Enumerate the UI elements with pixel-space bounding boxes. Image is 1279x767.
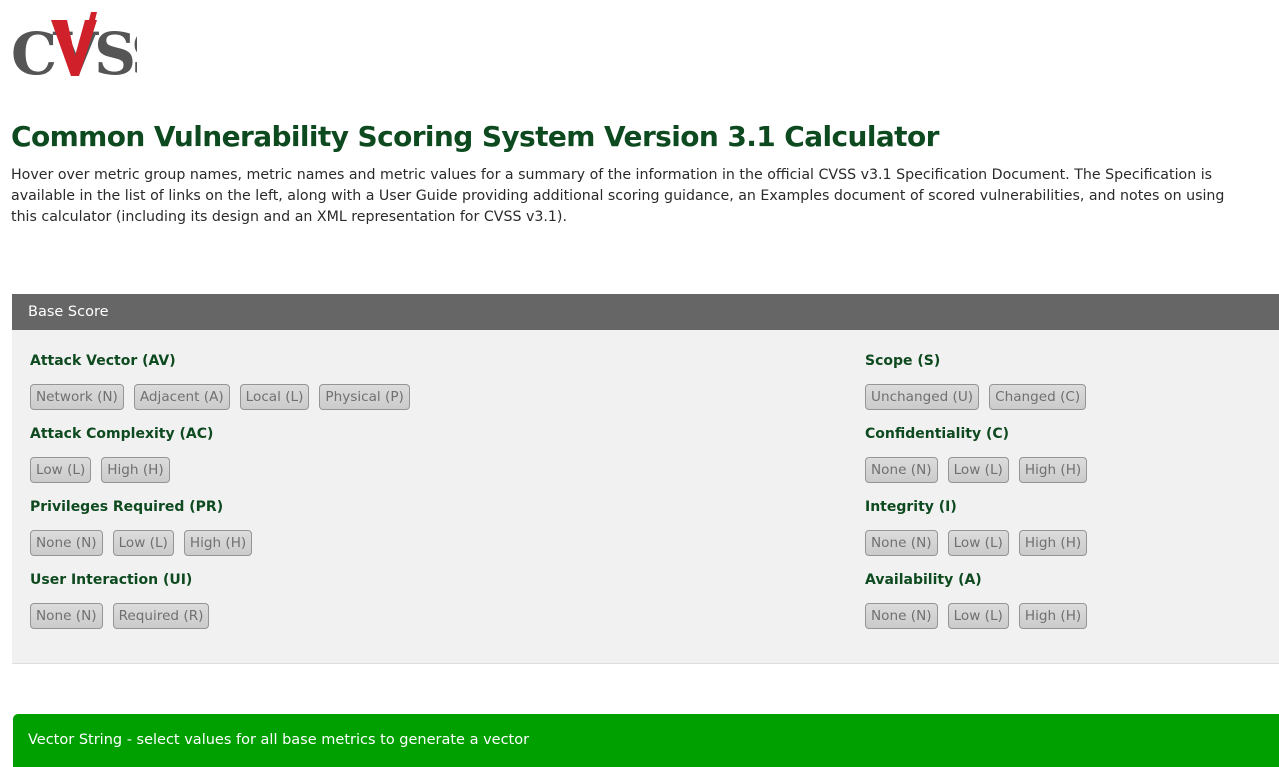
metric-options: Low (L) High (H)	[30, 457, 170, 483]
intro-text: Hover over metric group names, metric na…	[11, 167, 1225, 225]
option-button-high[interactable]: High (H)	[183, 530, 253, 556]
metric-options: None (N) Low (L) High (H)	[865, 530, 1088, 556]
option-button-network[interactable]: Network (N)	[30, 384, 124, 410]
metric-options: Unchanged (U) Changed (C)	[865, 384, 1087, 410]
metric-label[interactable]: Privileges Required (PR)	[30, 499, 223, 515]
option-button-high[interactable]: High (H)	[101, 457, 170, 483]
metric-options: None (N) Low (L) High (H)	[865, 457, 1088, 483]
option-button-low[interactable]: Low (L)	[947, 457, 1009, 483]
option-button-none[interactable]: None (N)	[30, 530, 103, 556]
metric-options: None (N) Low (L) High (H)	[30, 530, 253, 556]
option-button-low[interactable]: Low (L)	[112, 530, 174, 556]
base-score-panel: Base Score Attack Vector (AV) Network (N)…	[12, 294, 1279, 664]
option-button-low[interactable]: Low (L)	[947, 530, 1009, 556]
option-button-high[interactable]: High (H)	[1018, 530, 1088, 556]
vector-string-bar: Vector String - select values for all ba…	[13, 714, 1279, 767]
metric-label[interactable]: Attack Vector (AV)	[30, 353, 176, 369]
option-button-none[interactable]: None (N)	[30, 603, 103, 629]
metric-options: Network (N) Adjacent (A) Local (L) Physical…	[30, 384, 410, 410]
option-button-high[interactable]: High (H)	[1018, 603, 1088, 629]
option-button-none[interactable]: None (N)	[865, 530, 938, 556]
page-title: Common Vulnerability Scoring System Vers…	[11, 120, 939, 153]
metric-options: None (N) Required (R)	[30, 603, 210, 629]
option-button-unchanged[interactable]: Unchanged (U)	[865, 384, 980, 410]
metric-options: None (N) Low (L) High (H)	[865, 603, 1088, 629]
option-button-none[interactable]: None (N)	[865, 603, 938, 629]
option-button-physical[interactable]: Physical (P)	[319, 384, 410, 410]
option-button-required[interactable]: Required (R)	[112, 603, 210, 629]
option-button-adjacent[interactable]: Adjacent (A)	[133, 384, 230, 410]
option-button-local[interactable]: Local (L)	[239, 384, 310, 410]
metric-label[interactable]: User Interaction (UI)	[30, 572, 192, 588]
metric-label[interactable]: Confidentiality (C)	[865, 426, 1009, 442]
cvss-logo: CVSS	[11, 12, 174, 88]
base-score-header[interactable]: Base Score	[12, 294, 1279, 330]
option-button-none[interactable]: None (N)	[865, 457, 938, 483]
metric-label[interactable]: Integrity (I)	[865, 499, 957, 515]
option-button-high[interactable]: High (H)	[1018, 457, 1088, 483]
metric-label[interactable]: Scope (S)	[865, 353, 940, 369]
option-button-changed[interactable]: Changed (C)	[989, 384, 1087, 410]
option-button-low[interactable]: Low (L)	[947, 603, 1009, 629]
metric-label[interactable]: Attack Complexity (AC)	[30, 426, 213, 442]
metric-label[interactable]: Availability (A)	[865, 572, 982, 588]
option-button-low[interactable]: Low (L)	[30, 457, 92, 483]
